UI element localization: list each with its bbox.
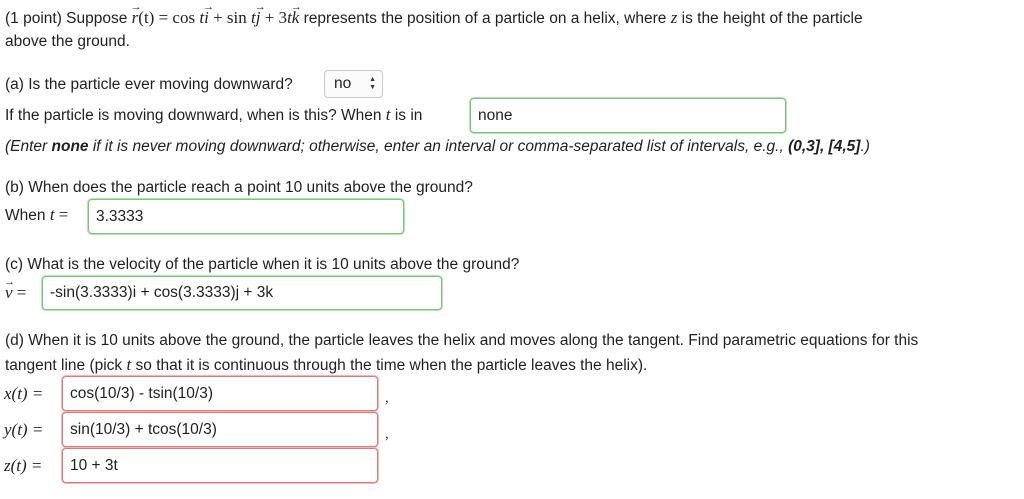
part-b-question: (b) When does the particle reach a point… bbox=[5, 179, 473, 196]
when-label: When bbox=[5, 207, 50, 224]
plus-sin: + sin bbox=[208, 8, 251, 27]
question-line2-prefix: tangent line (pick bbox=[5, 357, 127, 374]
moving-downward-select-value: no bbox=[334, 75, 352, 92]
y-equation-label: y(t) = bbox=[4, 420, 44, 439]
velocity-answer-value: -sin(3.3333)i + cos(3.3333)j + 3k bbox=[50, 284, 274, 301]
problem-statement-line2: above the ground. bbox=[5, 33, 130, 50]
v-vector: v bbox=[4, 273, 14, 302]
moving-downward-select[interactable]: no ▲ ▼ bbox=[324, 70, 383, 98]
hint-example: (0,3], [4,5] bbox=[788, 138, 861, 155]
r-vector: r bbox=[131, 0, 141, 27]
velocity-answer-input[interactable]: -sin(3.3333)i + cos(3.3333)j + 3k bbox=[42, 276, 442, 310]
part-a-question: (a) Is the particle ever moving downward… bbox=[5, 76, 293, 94]
intro-prefix: (1 point) Suppose bbox=[5, 10, 132, 27]
question-line2-suffix: so that it is continuous through the tim… bbox=[131, 357, 648, 374]
follow-up-prefix: If the particle is moving downward, when… bbox=[5, 107, 386, 124]
y-separator: , bbox=[385, 426, 389, 442]
j-unit-vector: j bbox=[255, 0, 265, 27]
time-answer-value: 3.3333 bbox=[96, 207, 144, 225]
select-arrows-icon: ▲ ▼ bbox=[369, 76, 376, 91]
downward-interval-value: none bbox=[478, 106, 513, 124]
part-c-label: v = bbox=[4, 273, 26, 303]
r-arg: (t) = cos bbox=[138, 8, 200, 27]
y-equation-input[interactable]: sin(10/3) + tcos(10/3) bbox=[62, 412, 378, 447]
y-equation-value: sin(10/3) + tcos(10/3) bbox=[70, 420, 217, 438]
equals-sign: = bbox=[54, 205, 69, 224]
x-equation-input[interactable]: cos(10/3) - tsin(10/3) bbox=[62, 376, 378, 411]
x-equation-label: x(t) = bbox=[4, 384, 44, 403]
i-unit-vector: i bbox=[203, 0, 213, 27]
downward-interval-input[interactable]: none bbox=[470, 98, 786, 133]
time-answer-input[interactable]: 3.3333 bbox=[88, 199, 404, 234]
part-b-label: When t = bbox=[5, 206, 68, 225]
x-separator: , bbox=[385, 390, 389, 406]
position-function: r(t) = cos ti + sin tj + 3tk bbox=[131, 0, 302, 27]
hint-bold: none bbox=[51, 138, 89, 155]
z-equation-label: z(t) = bbox=[4, 456, 43, 475]
intro-suffix: is the height of the particle bbox=[677, 10, 863, 27]
part-c-question: (c) What is the velocity of the particle… bbox=[5, 256, 520, 273]
hint-mid: if it is never moving downward; otherwis… bbox=[88, 138, 789, 155]
z-equation-value: 10 + 3t bbox=[70, 456, 118, 474]
part-d-question-line2: tangent line (pick t so that it is conti… bbox=[5, 356, 647, 375]
x-equation-value: cos(10/3) - tsin(10/3) bbox=[70, 384, 213, 402]
z-equation-input[interactable]: 10 + 3t bbox=[62, 448, 378, 483]
problem-statement: (1 point) Suppose r(t) = cos ti + sin tj… bbox=[5, 0, 863, 28]
follow-up-suffix: is in bbox=[390, 107, 423, 124]
hint-prefix: (Enter bbox=[5, 138, 52, 155]
part-a-hint: (Enter none if it is never moving downwa… bbox=[5, 138, 870, 156]
part-a-follow-up: If the particle is moving downward, when… bbox=[5, 106, 422, 125]
intro-mid: represents the position of a particle on… bbox=[299, 10, 671, 27]
part-d-question: (d) When it is 10 units above the ground… bbox=[5, 332, 919, 349]
k-unit-vector: k bbox=[291, 0, 301, 27]
hint-suffix: .) bbox=[860, 138, 870, 155]
part-a-question-text: (a) Is the particle ever moving downward… bbox=[5, 76, 293, 93]
